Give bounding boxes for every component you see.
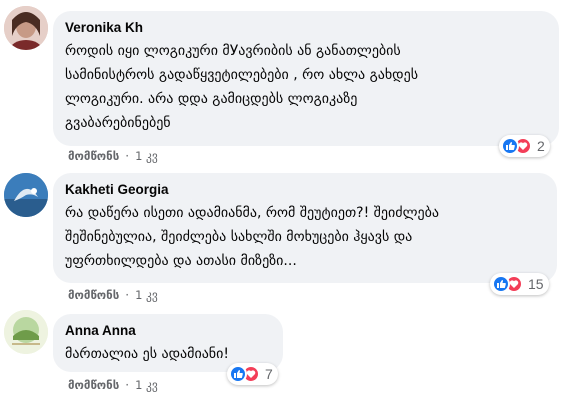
reaction-summary[interactable]: 15 <box>490 273 549 295</box>
avatar[interactable] <box>4 6 48 50</box>
comment-author[interactable]: Kakheti Georgia <box>65 181 545 199</box>
comment: Anna Anna მართალია ეს ადამიანი! 7 მომწონ… <box>0 300 573 403</box>
comment-text: როდის იყი ლოგიკური მУავრიბის ან განათლებ… <box>65 43 419 131</box>
comment-bubble: Veronika Kh როდის იყი ლოგიკური მУავრიბის… <box>53 11 559 146</box>
like-button[interactable]: მომწონს <box>68 149 119 163</box>
comment-author[interactable]: Anna Anna <box>65 322 271 340</box>
comment-author[interactable]: Veronika Kh <box>65 19 547 37</box>
like-reaction-icon <box>492 275 510 293</box>
avatar[interactable] <box>4 310 48 354</box>
separator-dot: · <box>125 378 130 392</box>
comment-actions: მომწონს · 1 კვ <box>68 378 158 392</box>
comment-text: რა დაწერა ისეთი ადამიანმა, რომ შეუტიეთ?!… <box>65 205 439 269</box>
like-button[interactable]: მომწონს <box>68 378 119 392</box>
reaction-count: 2 <box>537 138 545 154</box>
avatar[interactable] <box>4 173 48 217</box>
comment-bubble: Kakheti Georgia რა დაწერა ისეთი ადამიანმ… <box>53 173 557 283</box>
comment: Veronika Kh როდის იყი ლოგიკური მУავრიბის… <box>0 0 573 170</box>
comment-actions: მომწონს · 1 კვ <box>68 149 158 163</box>
separator-dot: · <box>125 149 130 163</box>
like-reaction-icon <box>501 137 519 155</box>
comment: Kakheti Georgia რა დაწერა ისეთი ადამიანმ… <box>0 170 573 302</box>
reaction-count: 7 <box>265 366 273 382</box>
reaction-summary[interactable]: 2 <box>499 135 550 157</box>
reaction-count: 15 <box>528 276 544 292</box>
reaction-summary[interactable]: 7 <box>227 363 278 385</box>
like-reaction-icon <box>229 365 247 383</box>
comment-timestamp[interactable]: 1 კვ <box>135 149 158 163</box>
comment-timestamp[interactable]: 1 კვ <box>135 378 158 392</box>
